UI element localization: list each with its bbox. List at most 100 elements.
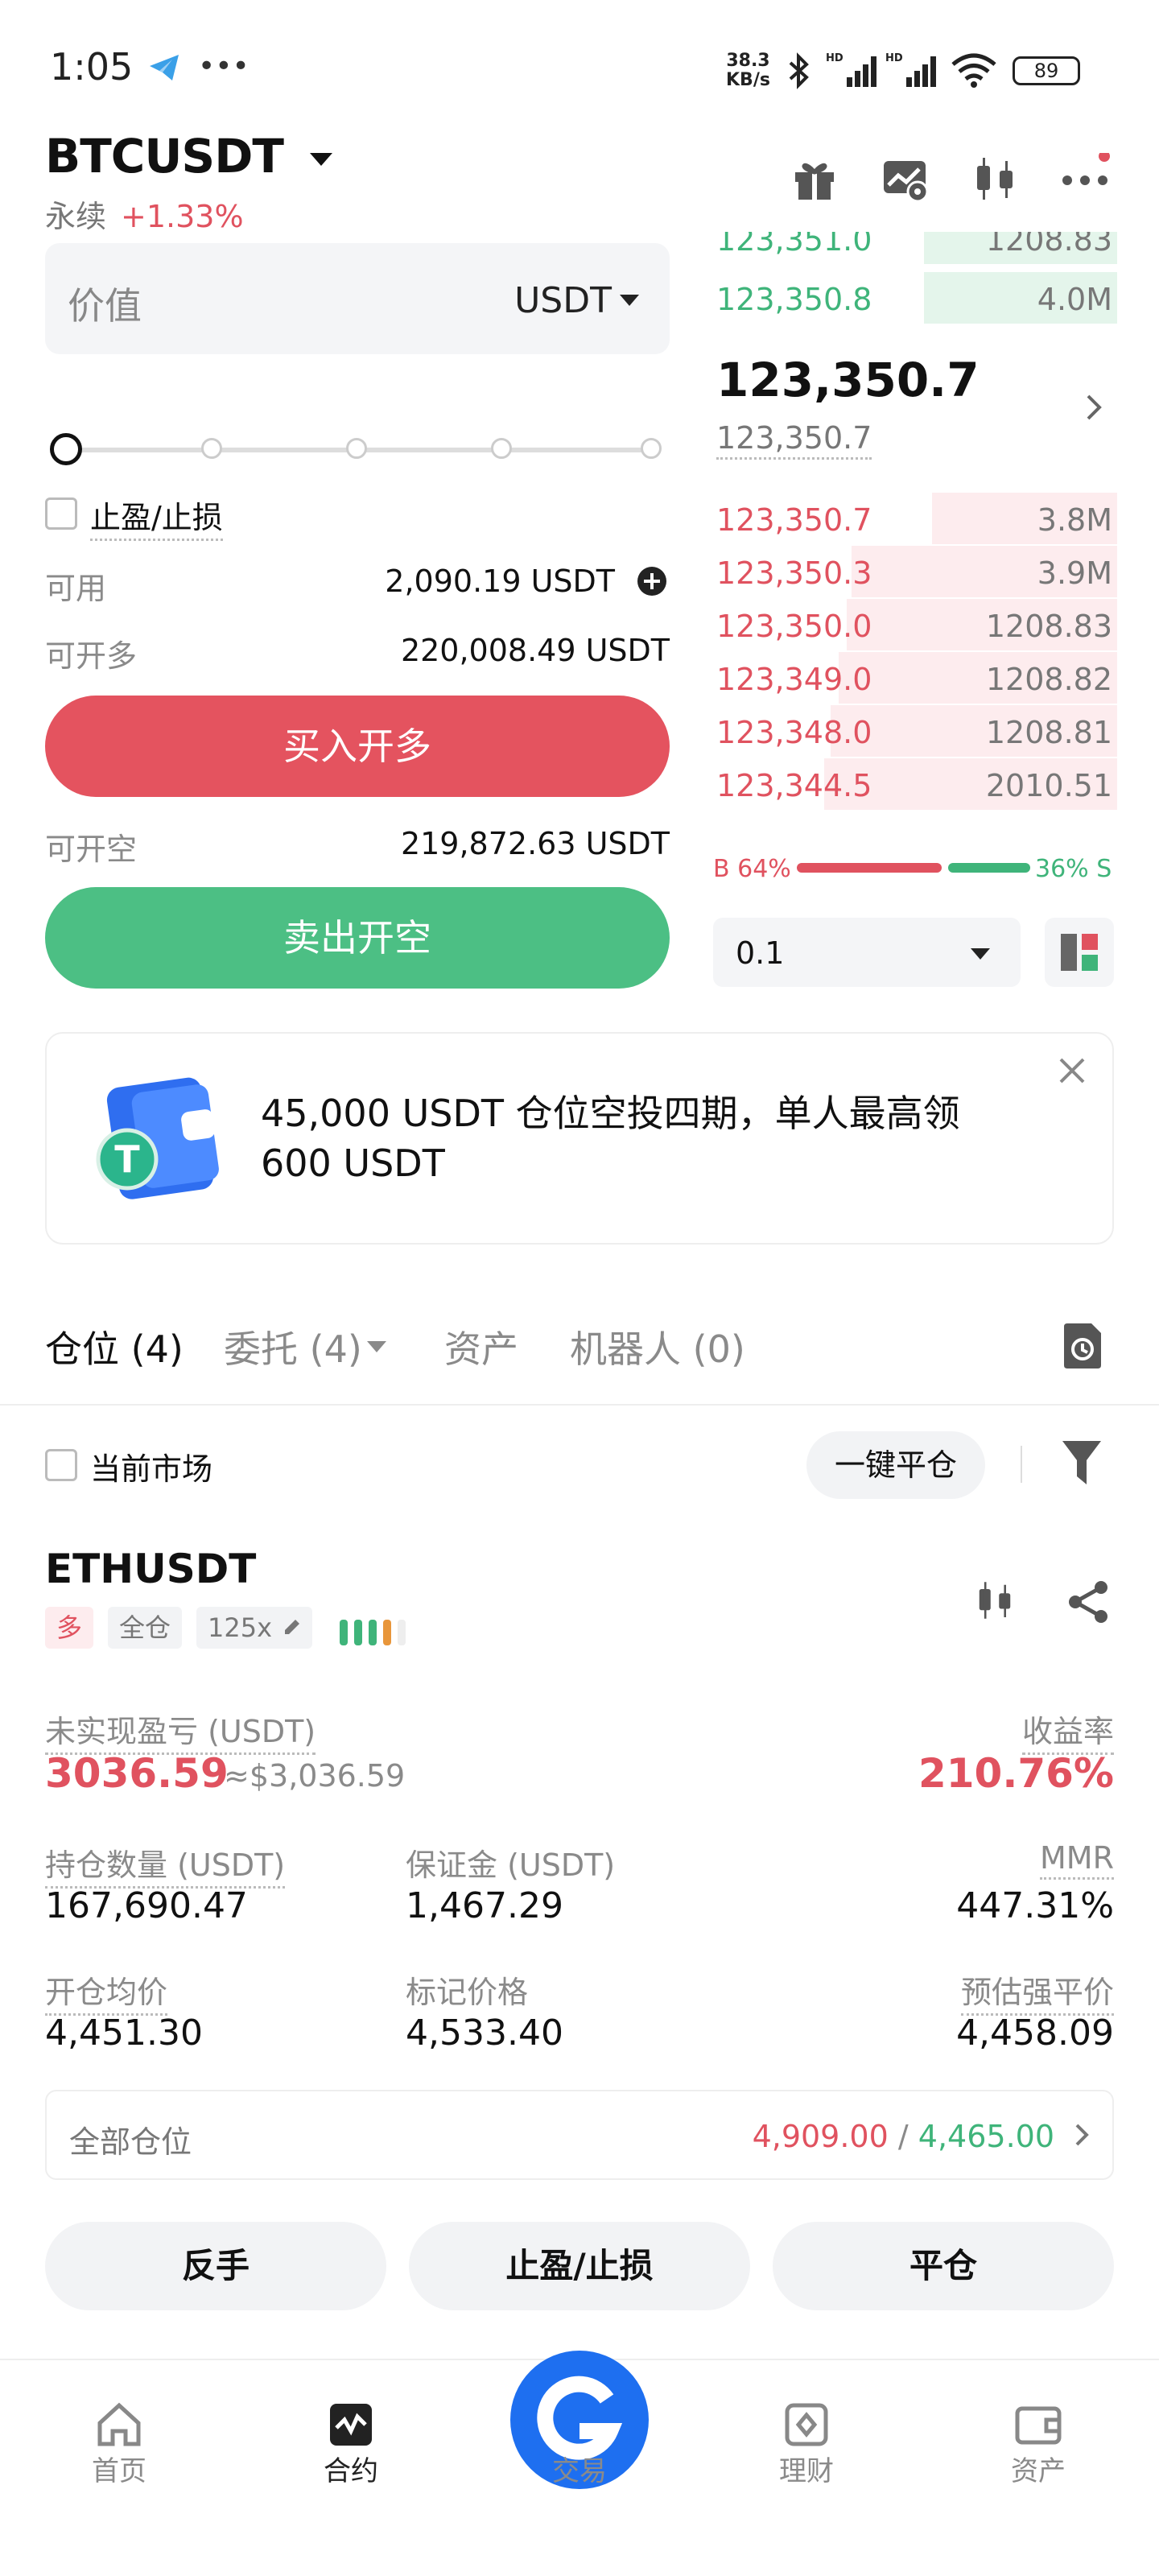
pair-name: BTCUSDT (45, 129, 284, 184)
margin-value: 1,467.29 (406, 1885, 563, 1926)
position-symbol[interactable]: ETHUSDT (45, 1546, 256, 1592)
last-price: 123,350.7 (716, 353, 980, 407)
tab-positions[interactable]: 仓位 (4) (45, 1320, 184, 1373)
chevron-right-icon[interactable] (1085, 393, 1104, 422)
edit-icon (282, 1616, 303, 1637)
entry-label[interactable]: 开仓均价 (45, 1967, 168, 2016)
unit-select[interactable]: USDT (514, 280, 612, 321)
chart-settings-icon[interactable] (879, 153, 930, 204)
value-input[interactable]: 价值 USDT (45, 243, 670, 354)
precision-select[interactable]: 0.1 (713, 918, 1021, 987)
bid-row[interactable]: 123,348.0 1208.81 (711, 705, 1117, 757)
nav-trade-label: 交易 (552, 2455, 607, 2487)
price-change: +1.33% (121, 199, 244, 234)
roe-label[interactable]: 收益率 (1021, 1707, 1114, 1755)
add-funds-icon[interactable] (636, 565, 668, 597)
bid-price: 123,350.0 (716, 609, 872, 644)
more-icon[interactable] (1059, 153, 1111, 204)
ask-row[interactable]: 123,351.0 1208.83 (711, 232, 1117, 264)
reverse-button[interactable]: 反手 (45, 2222, 386, 2310)
ask-row[interactable]: 123,350.8 4.0M (711, 272, 1117, 324)
slider-stop-75[interactable] (491, 438, 512, 459)
bid-price: 123,350.3 (716, 555, 872, 591)
mark-value: 4,533.40 (406, 2013, 563, 2054)
liq-label[interactable]: 预估强平价 (960, 1967, 1114, 2016)
promo-banner[interactable]: T 45,000 USDT 仓位空投四期，单人最高领 600 USDT (45, 1032, 1114, 1245)
candlestick-icon[interactable] (972, 1578, 1017, 1623)
available-value: 2,090.19 USDT (385, 564, 615, 599)
margin-label: 保证金 (USDT) (406, 1847, 616, 1883)
tab-bots[interactable]: 机器人 (0) (570, 1320, 745, 1373)
pair-selector[interactable]: BTCUSDT (45, 129, 333, 184)
nav-home-label: 首页 (92, 2455, 146, 2487)
tab-orders[interactable]: 委托 (4) (224, 1320, 362, 1373)
share-icon[interactable] (1066, 1579, 1111, 1624)
contract-type: 永续 +1.33% (45, 192, 244, 236)
sell-ratio-bar (948, 863, 1030, 873)
history-icon[interactable] (1061, 1322, 1104, 1370)
liq-value: 4,458.09 (956, 2013, 1114, 2054)
ratio-bar (797, 863, 1030, 873)
bid-price: 123,349.0 (716, 662, 872, 697)
nav-earn-label: 理财 (779, 2455, 834, 2487)
bid-price: 123,344.5 (716, 768, 872, 803)
precision-value: 0.1 (736, 935, 785, 971)
slider-stop-25[interactable] (201, 438, 222, 459)
close-all-button[interactable]: 一键平仓 (806, 1431, 985, 1499)
tpsl-checkbox[interactable] (45, 497, 77, 530)
bid-qty: 2010.51 (985, 768, 1112, 803)
svg-text:T: T (114, 1137, 140, 1181)
current-market-checkbox[interactable] (45, 1449, 77, 1481)
sl-price: 4,465.00 (918, 2119, 1054, 2154)
risk-indicator (338, 1618, 419, 1647)
slider-stop-50[interactable] (346, 438, 367, 459)
ask-qty: 4.0M (1037, 282, 1112, 317)
slider-stop-100[interactable] (641, 438, 662, 459)
bid-row[interactable]: 123,350.7 3.8M (711, 493, 1117, 544)
slider-handle[interactable] (50, 433, 82, 465)
pnl-label[interactable]: 未实现盈亏 (USDT) (45, 1707, 316, 1755)
mark-price: 123,350.7 (716, 420, 872, 460)
close-position-button[interactable]: 平仓 (773, 2222, 1114, 2310)
tab-assets[interactable]: 资产 (444, 1320, 518, 1373)
tpsl-label[interactable]: 止盈/止损 (90, 493, 223, 541)
tpsl-separator: / (897, 2119, 909, 2154)
mmr-label[interactable]: MMR (1040, 1840, 1114, 1880)
orderbook-layout-button[interactable] (1045, 918, 1114, 987)
sell-short-button[interactable]: 卖出开空 (45, 887, 670, 989)
caret-down-icon (310, 152, 333, 166)
net-speed-value: 38.3 (726, 51, 770, 71)
size-label[interactable]: 持仓数量 (USDT) (45, 1840, 286, 1889)
signal-icon: HD (824, 50, 881, 89)
status-bar: 1:05 ••• 38.3 KB/s HD HD 89 (0, 0, 1159, 121)
short-available-label: 可开空 (45, 832, 138, 867)
close-icon[interactable] (1056, 1055, 1088, 1087)
caret-down-icon (971, 948, 990, 960)
wallet-icon (1014, 2401, 1062, 2449)
tpsl-button[interactable]: 止盈/止损 (409, 2222, 750, 2310)
signal-icon-2: HD (884, 50, 940, 89)
gift-icon[interactable] (789, 153, 840, 204)
bid-row[interactable]: 123,350.0 1208.83 (711, 599, 1117, 650)
bid-qty: 1208.81 (985, 715, 1112, 750)
battery-icon: 89 (1013, 56, 1080, 85)
status-time: 1:05 (50, 45, 134, 89)
ask-price: 123,351.0 (716, 232, 872, 258)
earn-icon (782, 2401, 831, 2449)
chevron-right-icon (1074, 2122, 1090, 2148)
bid-row[interactable]: 123,350.3 3.9M (711, 546, 1117, 597)
bid-qty: 3.8M (1037, 502, 1112, 538)
leverage-tag[interactable]: 125x (196, 1607, 313, 1649)
chevron-down-icon[interactable] (367, 1341, 386, 1352)
buy-long-button[interactable]: 买入开多 (45, 696, 670, 797)
side-tag: 多 (45, 1607, 94, 1649)
all-positions-row[interactable]: 全部仓位 4,909.00 / 4,465.00 (45, 2090, 1114, 2180)
mmr-value: 447.31% (956, 1885, 1114, 1926)
candlestick-icon[interactable] (969, 153, 1021, 204)
bid-row[interactable]: 123,349.0 1208.82 (711, 652, 1117, 704)
current-market-label[interactable]: 当前市场 (90, 1444, 212, 1488)
filter-icon[interactable] (1061, 1439, 1103, 1486)
ask-qty: 1208.83 (985, 232, 1112, 258)
bid-row[interactable]: 123,344.5 2010.51 (711, 758, 1117, 810)
entry-value: 4,451.30 (45, 2013, 203, 2054)
